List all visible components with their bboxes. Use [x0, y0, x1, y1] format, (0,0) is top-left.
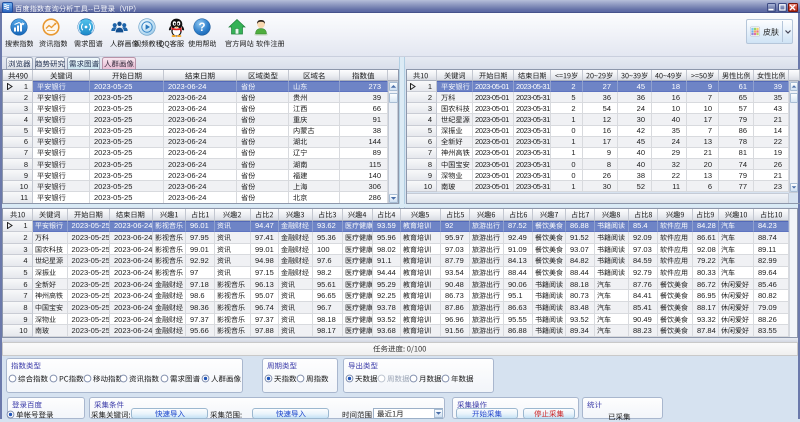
- svg-text:?: ?: [198, 22, 205, 34]
